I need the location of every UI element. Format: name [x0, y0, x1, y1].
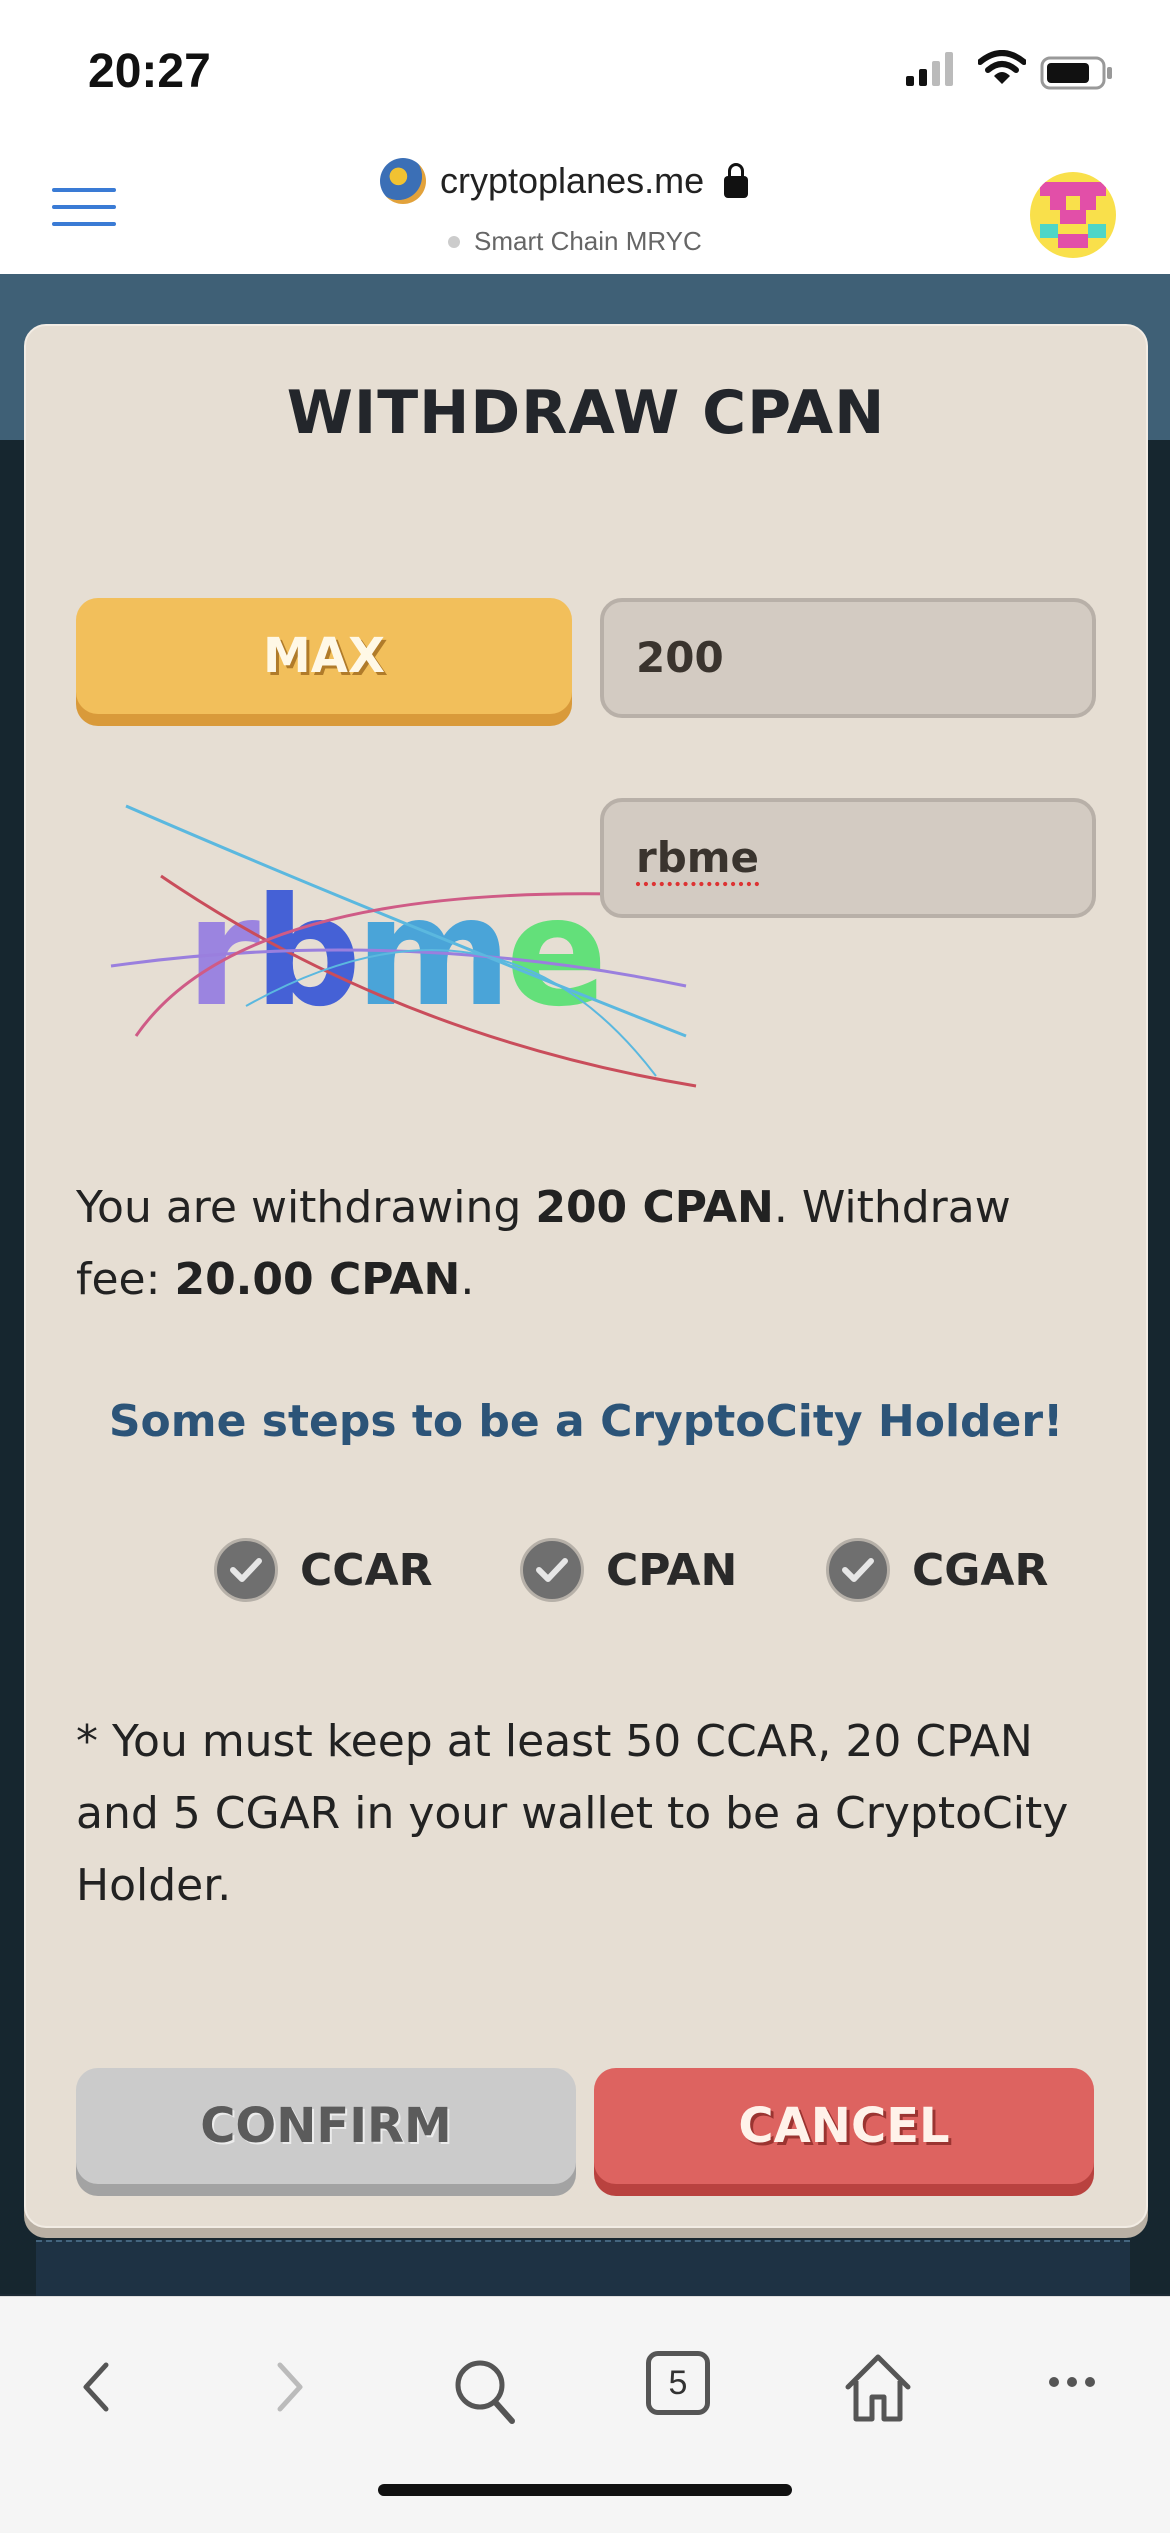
- wallet-avatar-icon[interactable]: [1030, 172, 1116, 258]
- withdraw-info: You are withdrawing 200 CPAN. Withdraw f…: [76, 1172, 1096, 1316]
- holder-note: * You must keep at least 50 CCAR, 20 CPA…: [76, 1716, 1069, 1911]
- check-cgar: CGAR: [826, 1538, 1048, 1602]
- home-icon[interactable]: [842, 2351, 914, 2425]
- check-label: CCAR: [300, 1544, 433, 1596]
- wifi-icon: [978, 50, 1026, 84]
- info-amount: 200 CPAN: [535, 1182, 774, 1233]
- check-icon: [826, 1538, 890, 1602]
- search-icon[interactable]: [452, 2357, 518, 2427]
- check-label: CPAN: [606, 1544, 738, 1596]
- back-icon[interactable]: [78, 2357, 114, 2417]
- status-time: 20:27: [88, 45, 211, 98]
- info-prefix: You are withdrawing: [76, 1182, 536, 1233]
- confirm-button[interactable]: CONFIRM: [76, 2068, 576, 2184]
- info-suffix: .: [460, 1254, 475, 1305]
- home-indicator: [378, 2484, 792, 2496]
- check-icon: [214, 1538, 278, 1602]
- check-cpan: CPAN: [520, 1538, 737, 1602]
- network-name: Smart Chain MRYC: [474, 226, 702, 256]
- browser-address-bar: cryptoplanes.me Smart Chain MRYC: [0, 140, 1170, 275]
- browser-toolbar: 5: [0, 2296, 1170, 2533]
- menu-icon[interactable]: [52, 188, 116, 228]
- url-text: cryptoplanes.me: [440, 160, 705, 201]
- max-button[interactable]: MAX: [76, 598, 572, 714]
- amount-input[interactable]: 200: [600, 598, 1096, 718]
- tabs-button[interactable]: 5: [646, 2351, 710, 2415]
- check-label: CGAR: [912, 1544, 1049, 1596]
- site-favicon-icon: [380, 158, 426, 204]
- captcha-input-value: rbme: [636, 833, 760, 882]
- status-dot-icon: [448, 235, 460, 248]
- network-label: Smart Chain MRYC: [448, 226, 702, 257]
- signal-icon: [906, 52, 953, 86]
- info-fee: 20.00 CPAN: [174, 1254, 461, 1305]
- status-bar: 20:27: [0, 0, 1170, 140]
- background-footer: [36, 2240, 1130, 2302]
- steps-heading: Some steps to be a CryptoCity Holder!: [108, 1396, 1064, 1447]
- battery-icon: [1040, 56, 1112, 90]
- forward-icon[interactable]: [272, 2357, 308, 2417]
- holder-checklist: CCAR CPAN CGAR: [214, 1538, 1114, 1608]
- lock-icon: [724, 163, 749, 198]
- check-icon: [520, 1538, 584, 1602]
- more-icon[interactable]: [1048, 2375, 1096, 2389]
- withdraw-modal: WITHDRAW CPAN MAX 200 rbme rbme You are …: [24, 324, 1148, 2228]
- captcha-input[interactable]: rbme: [600, 798, 1096, 918]
- url-row[interactable]: cryptoplanes.me: [380, 158, 749, 204]
- cancel-button[interactable]: CANCEL: [594, 2068, 1094, 2184]
- check-ccar: CCAR: [214, 1538, 433, 1602]
- modal-title: WITHDRAW CPAN: [286, 378, 886, 448]
